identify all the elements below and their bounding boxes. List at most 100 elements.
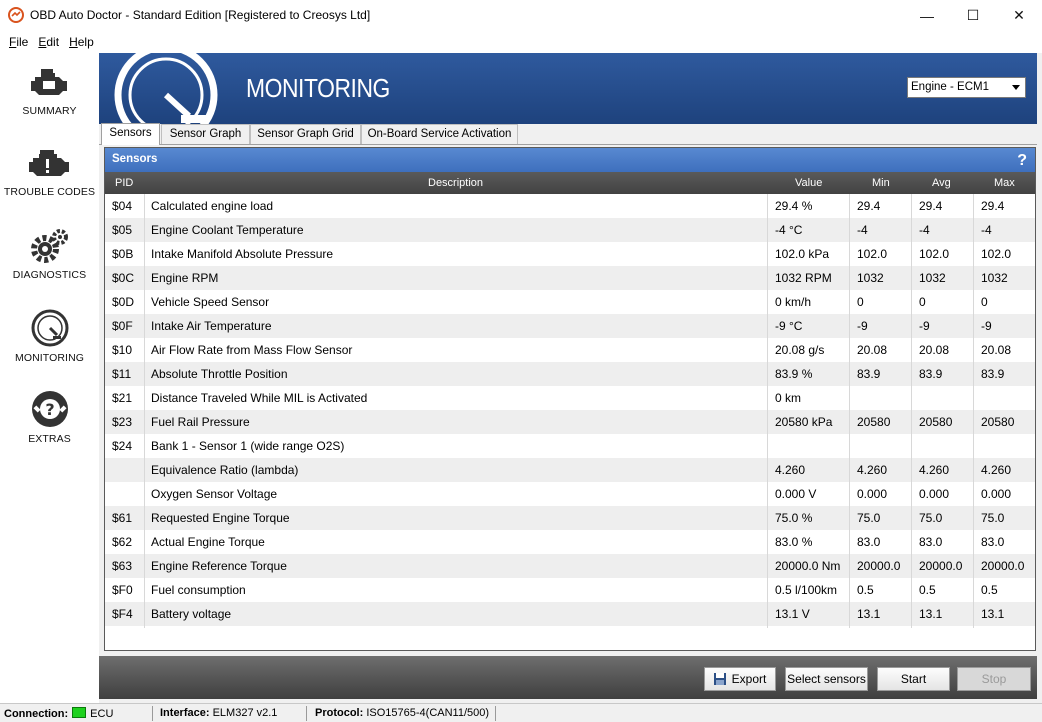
sidebar: SUMMARY TROUBLE CODES DIAGNOSTICS MONITO… [0, 53, 99, 703]
stop-button[interactable]: Stop [957, 667, 1031, 691]
menu-edit[interactable]: Edit [33, 35, 64, 49]
cell-min: -4 [857, 223, 868, 237]
title-bar: OBD Auto Doctor - Standard Edition [Regi… [0, 0, 1042, 31]
cell-max: 20000.0 [981, 559, 1025, 573]
sidebar-item-label: EXTRAS [28, 433, 71, 445]
table-row[interactable]: $10 Air Flow Rate from Mass Flow Sensor 20… [105, 338, 1035, 362]
table-row[interactable]: $24 Bank 1 - Sensor 1 (wide range O2S) [105, 434, 1035, 458]
gears-icon [30, 229, 68, 263]
cell-pid: $21 [112, 391, 133, 405]
tab-sensor-graph-grid[interactable]: Sensor Graph Grid [250, 124, 361, 144]
sidebar-item-label: TROUBLE CODES [3, 186, 96, 198]
divider [306, 706, 307, 721]
protocol-label: Protocol: [315, 707, 364, 719]
column-min[interactable]: Min [872, 177, 890, 189]
cell-value: 102.0 kPa [775, 247, 830, 261]
column-divider [849, 194, 850, 628]
tab-bar: Sensors Sensor Graph Sensor Graph Grid O… [99, 123, 1037, 145]
cell-avg: 0.000 [919, 487, 950, 501]
ecu-select[interactable]: Engine - ECM1 [907, 77, 1026, 98]
cell-max: 75.0 [981, 511, 1005, 525]
table-row[interactable]: $04 Calculated engine load 29.4 % 29.4 29.4 2… [105, 194, 1035, 218]
cell-pid: $62 [112, 535, 133, 549]
table-row[interactable]: $0D Vehicle Speed Sensor 0 km/h 0 0 0 [105, 290, 1035, 314]
cell-pid: $11 [112, 367, 132, 381]
sidebar-item-extras[interactable]: ? EXTRAS [0, 383, 99, 463]
table-row[interactable]: $21 Distance Traveled While MIL is Activa… [105, 386, 1035, 410]
table-row[interactable]: $05 Engine Coolant Temperature -4 °C -4 -4 -4 [105, 218, 1035, 242]
cell-pid: $05 [112, 223, 133, 237]
cell-description: Vehicle Speed Sensor [151, 295, 270, 309]
table-row[interactable]: $0C Engine RPM 1032 RPM 1032 1032 1032 [105, 266, 1035, 290]
cell-description: Battery voltage [151, 607, 232, 621]
tab-sensor-graph[interactable]: Sensor Graph [161, 124, 250, 144]
table-row[interactable]: $0F Intake Air Temperature -9 °C -9 -9 -9 [105, 314, 1035, 338]
sidebar-item-trouble-codes[interactable]: TROUBLE CODES [0, 140, 99, 220]
cell-min: 83.0 [857, 535, 881, 549]
column-max[interactable]: Max [994, 177, 1015, 189]
menu-file[interactable]: File [4, 35, 33, 49]
cell-pid: $10 [112, 343, 133, 357]
status-bar: Connection: ECU Interface: ELM327 v2.1 Pr… [0, 703, 1042, 722]
maximize-button[interactable]: ☐ [950, 0, 996, 31]
cell-min: 0 [857, 295, 864, 309]
column-avg[interactable]: Avg [932, 177, 951, 189]
table-row[interactable]: $F4 Battery voltage 13.1 V 13.1 13.1 13.1 [105, 602, 1035, 626]
cell-min: 83.9 [857, 367, 881, 381]
cell-max: 0.000 [981, 487, 1012, 501]
column-value[interactable]: Value [795, 177, 822, 189]
export-button[interactable]: Export [704, 667, 776, 691]
cell-description: Distance Traveled While MIL is Activated [151, 391, 368, 405]
connection-label: Connection: [4, 708, 69, 720]
cell-value: 29.4 % [775, 199, 813, 213]
cell-pid: $24 [112, 439, 133, 453]
table-row[interactable]: $63 Engine Reference Torque 20000.0 Nm 2000… [105, 554, 1035, 578]
cell-value: 0 km/h [775, 295, 812, 309]
cell-description: Fuel Rail Pressure [151, 415, 250, 429]
table-row[interactable]: Oxygen Sensor Voltage 0.000 V 0.000 0.000 0.… [105, 482, 1035, 506]
gauge-icon [31, 309, 68, 347]
panel-header: Sensors ? [105, 148, 1035, 172]
page-title: MONITORING [246, 73, 390, 103]
cell-min: 102.0 [857, 247, 888, 261]
menu-help[interactable]: Help [64, 35, 99, 49]
cell-value: 1032 RPM [775, 271, 832, 285]
sensor-table-body: $04 Calculated engine load 29.4 % 29.4 29.4 2… [105, 194, 1035, 626]
select-sensors-button[interactable]: Select sensors [785, 667, 868, 691]
cell-avg: 4.260 [919, 463, 950, 477]
minimize-button[interactable]: — [904, 0, 950, 31]
cell-pid: $04 [112, 199, 133, 213]
column-divider [767, 194, 768, 628]
header-banner: MONITORING Engine - ECM1 [99, 53, 1037, 124]
table-row[interactable]: $11 Absolute Throttle Position 83.9 % 83.9 8… [105, 362, 1035, 386]
table-row[interactable]: $F0 Fuel consumption 0.5 l/100km 0.5 0.5 0.5 [105, 578, 1035, 602]
table-row[interactable]: $61 Requested Engine Torque 75.0 % 75.0 75.0… [105, 506, 1035, 530]
table-row[interactable]: $62 Actual Engine Torque 83.0 % 83.0 83.0 83.… [105, 530, 1035, 554]
sidebar-item-diagnostics[interactable]: DIAGNOSTICS [0, 221, 99, 301]
cell-min: 0.000 [857, 487, 888, 501]
sidebar-item-summary[interactable]: SUMMARY [0, 59, 99, 139]
column-description[interactable]: Description [428, 177, 483, 189]
cell-value: 0.5 l/100km [775, 583, 838, 597]
tab-sensors[interactable]: Sensors [101, 123, 160, 145]
table-row[interactable]: $0B Intake Manifold Absolute Pressure 102.… [105, 242, 1035, 266]
table-row[interactable]: Equivalence Ratio (lambda) 4.260 4.260 4.26… [105, 458, 1035, 482]
cell-min: 20000.0 [857, 559, 901, 573]
help-icon[interactable]: ? [1017, 149, 1027, 172]
column-pid[interactable]: PID [115, 177, 133, 189]
tab-on-board-service-activation[interactable]: On-Board Service Activation [361, 124, 518, 144]
panel-title: Sensors [112, 153, 158, 165]
table-row[interactable]: $23 Fuel Rail Pressure 20580 kPa 20580 20580… [105, 410, 1035, 434]
connection-led-icon [72, 707, 87, 718]
connection-value: ECU [90, 708, 114, 720]
sidebar-item-monitoring[interactable]: MONITORING [0, 302, 99, 382]
close-button[interactable]: ✕ [996, 0, 1042, 31]
cell-avg: 0 [919, 295, 926, 309]
menu-bar: File Edit Help [0, 31, 1042, 53]
interface-label: Interface: [160, 707, 210, 719]
cell-min: 29.4 [857, 199, 881, 213]
cell-value: 13.1 V [775, 607, 810, 621]
sidebar-item-label: MONITORING [14, 352, 85, 364]
start-button[interactable]: Start [877, 667, 950, 691]
cell-value: 20.08 g/s [775, 343, 825, 357]
